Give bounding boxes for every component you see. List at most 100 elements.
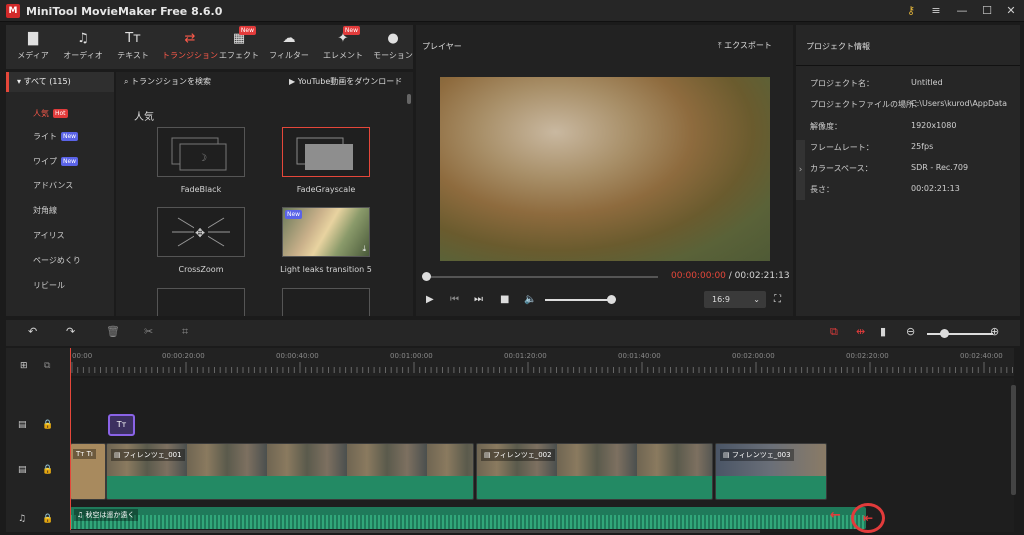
svg-text:☽: ☽ bbox=[198, 153, 207, 164]
clip-label: フィレンツェ_001 bbox=[122, 451, 182, 459]
info-key: プロジェクト名： bbox=[810, 79, 874, 88]
playhead[interactable] bbox=[70, 348, 71, 532]
info-key: カラースペース： bbox=[810, 164, 873, 173]
menu-icon[interactable]: ≡ bbox=[928, 3, 944, 19]
player-title: プレイヤー bbox=[422, 42, 462, 51]
tab-label: トランジション bbox=[162, 51, 218, 60]
category-all[interactable]: ▾ すべて (115) bbox=[6, 72, 114, 92]
info-key: プロジェクトファイルの場所： bbox=[810, 100, 922, 109]
clip-name: ▤ フィレンツェ_001 bbox=[111, 449, 185, 461]
app-window: M MiniTool MovieMaker Free 8.6.0 ⚷ ≡ — ☐… bbox=[0, 0, 1024, 535]
ruler-label: 00:02:20:00 bbox=[846, 352, 889, 360]
music-icon[interactable]: ♫ bbox=[18, 514, 26, 524]
zoom-handle[interactable] bbox=[940, 329, 949, 338]
crop-icon[interactable]: ⌗ bbox=[182, 325, 188, 339]
next-frame-icon[interactable]: ⏭ bbox=[474, 294, 483, 305]
category-popular[interactable]: 人気 Hot bbox=[33, 108, 68, 119]
category-diagonal[interactable]: 対角線 bbox=[33, 205, 57, 216]
clip-name: ▤ フィレンツェ_002 bbox=[481, 449, 555, 461]
split-icon[interactable]: ✂ bbox=[144, 325, 153, 338]
ruler-label: 00:01:40:00 bbox=[618, 352, 661, 360]
zoom-slider[interactable] bbox=[927, 333, 993, 335]
tab-media[interactable]: ▇ メディア bbox=[10, 25, 56, 69]
info-value: Untitled bbox=[911, 78, 943, 87]
transition-thumb-partial[interactable] bbox=[157, 288, 245, 316]
close-icon[interactable]: ✕ bbox=[1003, 3, 1019, 19]
title-bar: M MiniTool MovieMaker Free 8.6.0 ⚷ ≡ — ☐… bbox=[0, 0, 1024, 22]
redo-icon[interactable]: ↷ bbox=[66, 325, 75, 338]
delete-icon[interactable]: 🗑 bbox=[106, 325, 120, 338]
progress-handle[interactable] bbox=[422, 272, 431, 281]
clip-name: ▤ フィレンツェ_003 bbox=[720, 449, 794, 461]
prev-frame-icon[interactable]: ⏮ bbox=[450, 294, 459, 305]
volume-slider[interactable] bbox=[545, 299, 611, 301]
audio-clip[interactable]: ♫ 秋空は遥か遠く bbox=[70, 507, 866, 529]
title-clip[interactable]: Tт Tı bbox=[70, 443, 106, 500]
category-light[interactable]: ライト New bbox=[33, 131, 79, 142]
category-reveal[interactable]: リビール bbox=[33, 280, 65, 291]
youtube-download-link[interactable]: ▶ YouTube動画をダウンロード bbox=[289, 76, 402, 87]
aspect-ratio-select[interactable]: 16:9 ⌄ bbox=[704, 291, 766, 308]
split-mark-icon[interactable]: ⧉ bbox=[830, 325, 838, 339]
category-advance[interactable]: アドバンス bbox=[33, 180, 73, 191]
transition-thumb-light-leaks[interactable]: New ⤓ bbox=[282, 207, 370, 257]
tab-transition[interactable]: ⇄ トランジション bbox=[160, 25, 220, 69]
collapse-panel-button[interactable]: › bbox=[796, 140, 805, 200]
stop-icon[interactable]: ■ bbox=[500, 294, 509, 305]
tab-motion[interactable]: ● モーション bbox=[370, 25, 416, 69]
transition-thumb-fadegrayscale[interactable] bbox=[282, 127, 370, 177]
film-icon[interactable]: ▤ bbox=[18, 420, 27, 430]
video-clip[interactable]: ▤ フィレンツェ_001 bbox=[106, 443, 474, 500]
undo-icon[interactable]: ↶ bbox=[28, 325, 37, 338]
arrow-annotation-icon: ← bbox=[830, 508, 841, 523]
play-icon[interactable]: ▶ bbox=[426, 294, 434, 305]
panel-scrollbar[interactable] bbox=[407, 94, 411, 104]
search-input[interactable]: ⌕ トランジションを検索 bbox=[124, 76, 211, 87]
horizontal-scrollbar[interactable] bbox=[70, 530, 760, 533]
key-icon[interactable]: ⚷ bbox=[903, 3, 919, 19]
tab-element[interactable]: ✦ エレメント New bbox=[320, 25, 366, 69]
cut-mark-icon[interactable]: ⇹ bbox=[856, 325, 865, 338]
video-clip[interactable]: ▤ フィレンツェ_002 bbox=[476, 443, 713, 500]
transition-label: FadeBlack bbox=[180, 185, 222, 194]
timeline-ruler[interactable]: 00:00 00:00:20:00 00:00:40:00 00:01:00:0… bbox=[70, 348, 1014, 376]
new-badge: New bbox=[342, 26, 360, 35]
lock-icon[interactable]: 🔒 bbox=[42, 514, 53, 524]
copy-track-icon[interactable]: ⧉ bbox=[44, 361, 50, 371]
tab-filter[interactable]: ☁ フィルター bbox=[266, 25, 312, 69]
film-icon[interactable]: ▤ bbox=[18, 465, 27, 475]
fullscreen-icon[interactable]: ⛶ bbox=[774, 294, 781, 305]
export-label: エクスポート bbox=[724, 41, 772, 50]
add-track-icon[interactable]: ⊞ bbox=[20, 361, 28, 371]
tab-text[interactable]: Tт テキスト bbox=[110, 25, 156, 69]
minimize-icon[interactable]: — bbox=[954, 3, 970, 19]
zoom-out-icon[interactable]: ⊖ bbox=[906, 325, 915, 338]
media-toolbar: ▇ メディア ♫ オーディオ Tт テキスト ⇄ トランジション ▦ エフェクト… bbox=[6, 25, 413, 69]
playback-progress[interactable] bbox=[426, 276, 658, 278]
audio-track-icon[interactable]: ▮ bbox=[880, 325, 886, 338]
lock-icon[interactable]: 🔒 bbox=[42, 420, 53, 430]
info-value: SDR - Rec.709 bbox=[911, 163, 969, 172]
new-badge: New bbox=[61, 132, 79, 141]
video-preview bbox=[440, 77, 770, 261]
trim-handle-highlight-icon[interactable]: ⇤ bbox=[851, 503, 885, 533]
zoom-in-icon[interactable]: ⊕ bbox=[990, 325, 999, 338]
volume-handle[interactable] bbox=[607, 295, 616, 304]
category-iris[interactable]: アイリス bbox=[33, 230, 65, 241]
category-page-turn[interactable]: ページめくり bbox=[33, 255, 81, 266]
lock-icon[interactable]: 🔒 bbox=[42, 465, 53, 475]
maximize-icon[interactable]: ☐ bbox=[979, 3, 995, 19]
transition-thumb-crosszoom[interactable]: ✥ bbox=[157, 207, 245, 257]
video-clip[interactable]: ▤ フィレンツェ_003 bbox=[715, 443, 827, 500]
export-button[interactable]: ⤒ エクスポート bbox=[718, 40, 772, 51]
download-icon[interactable]: ⤓ bbox=[362, 244, 366, 254]
tab-effect[interactable]: ▦ エフェクト New bbox=[216, 25, 262, 69]
text-clip[interactable]: Tт bbox=[108, 414, 135, 436]
volume-icon[interactable]: 🔈 bbox=[524, 294, 536, 305]
transition-thumb-fadeblack[interactable]: ☽ bbox=[157, 127, 245, 177]
vertical-scrollbar[interactable] bbox=[1011, 385, 1016, 495]
svg-text:✥: ✥ bbox=[195, 226, 205, 240]
transition-thumb-partial[interactable] bbox=[282, 288, 370, 316]
tab-audio[interactable]: ♫ オーディオ bbox=[60, 25, 106, 69]
category-wipe[interactable]: ワイプ New bbox=[33, 156, 79, 167]
